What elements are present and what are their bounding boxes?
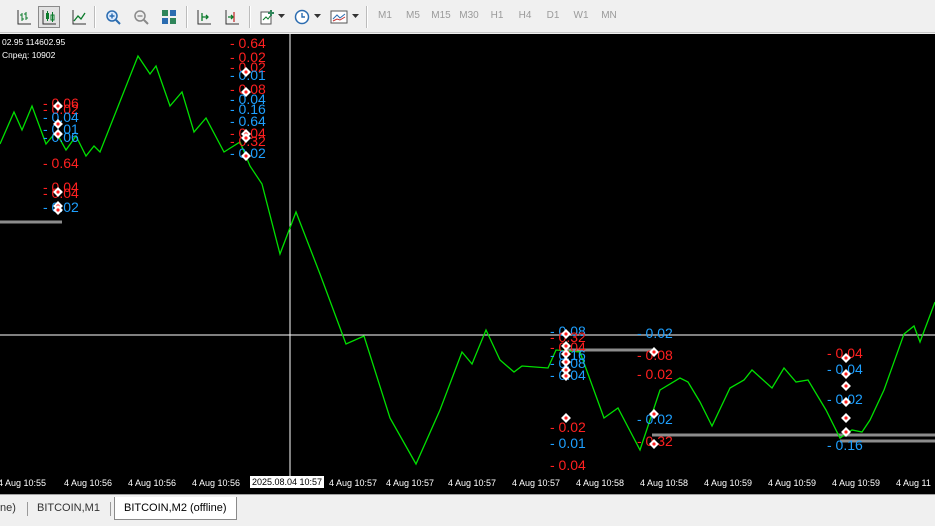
time-axis-label: 4 Aug 10:59 bbox=[832, 478, 881, 488]
time-axis-label: 4 Aug 10:57 bbox=[448, 478, 497, 488]
price-chart[interactable]: - 0.06- 0.02- 0.04- 0.01- 0.06- 0.64- 0.… bbox=[0, 34, 935, 494]
trade-marker-dot bbox=[652, 350, 656, 354]
trade-marker-dot bbox=[56, 104, 60, 108]
chevron-down-icon[interactable] bbox=[314, 12, 321, 19]
price-info: 02.95 114602.95 bbox=[2, 37, 66, 47]
time-axis-label: 4 Aug 10:57 bbox=[512, 478, 561, 488]
trade-result-label: - 0.02 bbox=[550, 419, 586, 435]
trade-marker-dot bbox=[56, 190, 60, 194]
time-axis-label: 4 Aug 10:59 bbox=[768, 478, 817, 488]
chart-canvas: - 0.06- 0.02- 0.04- 0.01- 0.06- 0.64- 0.… bbox=[0, 34, 935, 478]
trade-marker-dot bbox=[844, 384, 848, 388]
tab-chart-bitcoin-m1[interactable]: BITCOIN,M1 bbox=[37, 498, 100, 518]
timeframe-w1[interactable]: W1 bbox=[568, 10, 594, 21]
trade-marker-dot bbox=[244, 154, 248, 158]
trade-marker-dot bbox=[564, 416, 568, 420]
trade-marker-dot bbox=[652, 412, 656, 416]
chevron-down-icon[interactable] bbox=[352, 12, 359, 19]
trade-marker-dot bbox=[564, 332, 568, 336]
timeframe-m5[interactable]: M5 bbox=[400, 10, 426, 21]
time-axis-label: 4 Aug 10:56 bbox=[64, 478, 113, 488]
time-axis-label: 4 Aug 10:57 bbox=[386, 478, 435, 488]
chevron-down-icon[interactable] bbox=[278, 12, 285, 19]
trade-marker-dot bbox=[564, 344, 568, 348]
add-indicator-icon[interactable] bbox=[256, 6, 278, 28]
bar-chart-icon[interactable] bbox=[13, 6, 35, 28]
chart-tabs: ne) BITCOIN,M1 BITCOIN,M2 (offline) bbox=[0, 494, 935, 526]
candlestick-chart-icon[interactable] bbox=[38, 6, 60, 28]
time-axis-label: 4 Aug 10:58 bbox=[640, 478, 689, 488]
tab-chart-1[interactable]: ne) bbox=[0, 498, 16, 518]
trade-result-label: - 0.01 bbox=[550, 435, 586, 451]
trade-marker-dot bbox=[844, 400, 848, 404]
trade-marker-dot bbox=[844, 416, 848, 420]
trade-marker-dot bbox=[652, 442, 656, 446]
trade-result-label: - 0.04 bbox=[550, 457, 586, 473]
chart-shift-icon[interactable] bbox=[221, 6, 243, 28]
periods-clock-icon[interactable] bbox=[291, 6, 313, 28]
timeframe-m1[interactable]: M1 bbox=[372, 10, 398, 21]
trade-marker-dot bbox=[564, 352, 568, 356]
trade-result-label: - 0.02 bbox=[637, 366, 673, 382]
toolbar: M1 M5 M15 M30 H1 H4 D1 W1 MN bbox=[0, 0, 935, 33]
timeframe-mn[interactable]: MN bbox=[596, 10, 622, 21]
trade-marker-dot bbox=[564, 374, 568, 378]
time-axis-label: 4 Aug 10:56 bbox=[128, 478, 177, 488]
trade-marker-dot bbox=[244, 90, 248, 94]
zoom-in-icon[interactable] bbox=[102, 6, 124, 28]
trade-result-label: - 0.64 bbox=[43, 155, 79, 171]
line-chart-icon[interactable] bbox=[68, 6, 90, 28]
trade-marker-dot bbox=[244, 70, 248, 74]
timeframe-m15[interactable]: M15 bbox=[428, 10, 454, 21]
trade-result-label: - 0.06 bbox=[43, 129, 79, 145]
tab-chart-bitcoin-m2[interactable]: BITCOIN,M2 (offline) bbox=[114, 497, 237, 520]
spread-info: Спред: 10902 bbox=[2, 50, 56, 60]
time-axis-label: 4 Aug 10:57 bbox=[329, 478, 378, 488]
timeframe-h4[interactable]: H4 bbox=[512, 10, 538, 21]
timeframe-h1[interactable]: H1 bbox=[484, 10, 510, 21]
timeframe-m30[interactable]: M30 bbox=[456, 10, 482, 21]
trade-marker-dot bbox=[844, 372, 848, 376]
trade-result-label: - 0.02 bbox=[637, 325, 673, 341]
tile-windows-icon[interactable] bbox=[158, 6, 180, 28]
price-line bbox=[0, 54, 935, 466]
crosshair-time-label: 2025.08.04 10:57 bbox=[250, 476, 325, 488]
time-axis-label: 4 Aug 10:59 bbox=[704, 478, 753, 488]
time-axis-label: 4 Aug 10:55 bbox=[0, 478, 47, 488]
trade-marker-dot bbox=[56, 132, 60, 136]
time-axis-label: 4 Aug 11 bbox=[896, 478, 931, 488]
trade-marker-dot bbox=[844, 430, 848, 434]
auto-scroll-icon[interactable] bbox=[193, 6, 215, 28]
trade-result-label: - 0.16 bbox=[827, 437, 863, 453]
zoom-out-icon[interactable] bbox=[130, 6, 152, 28]
trade-marker-dot bbox=[564, 360, 568, 364]
time-axis-label: 4 Aug 10:58 bbox=[576, 478, 625, 488]
trade-marker-dot bbox=[844, 356, 848, 360]
trade-marker-dot bbox=[244, 136, 248, 140]
trade-marker-dot bbox=[56, 122, 60, 126]
trade-marker-dot bbox=[56, 208, 60, 212]
timeframe-d1[interactable]: D1 bbox=[540, 10, 566, 21]
templates-icon[interactable] bbox=[328, 6, 350, 28]
time-axis-label: 4 Aug 10:56 bbox=[192, 478, 241, 488]
